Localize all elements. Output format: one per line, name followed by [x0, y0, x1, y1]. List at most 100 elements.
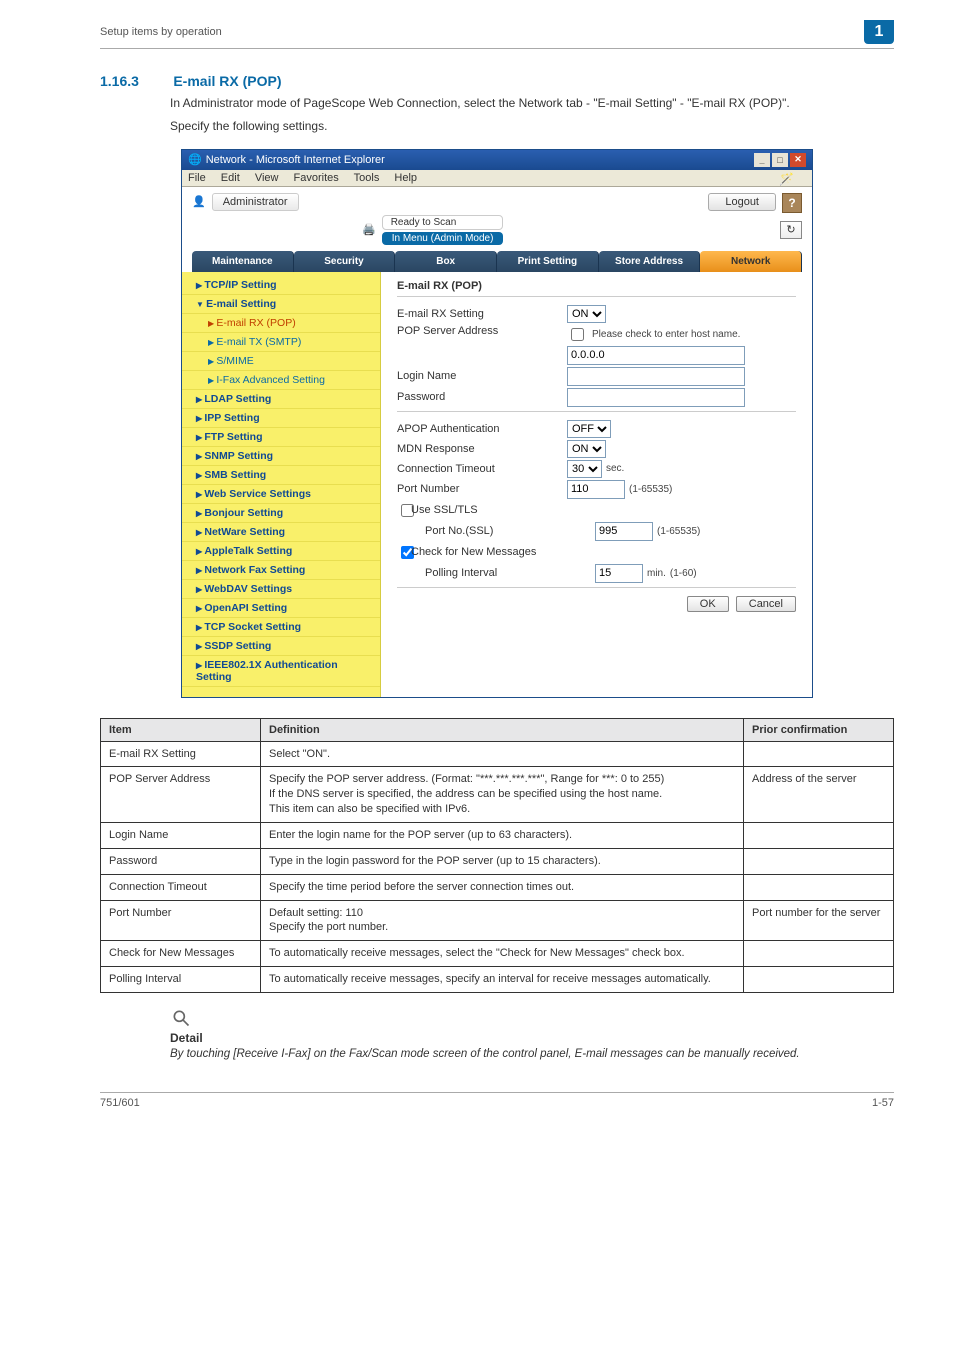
section-title: E-mail RX (POP) [173, 73, 281, 89]
sidebar-item-label: E-mail RX (POP) [216, 317, 295, 329]
cell-item: Login Name [101, 822, 261, 848]
label-pop-server-address: POP Server Address [397, 325, 567, 337]
intro-paragraph-2: Specify the following settings. [170, 118, 894, 135]
input-port-number[interactable] [567, 480, 625, 499]
label-polling-interval: Polling Interval [397, 567, 595, 579]
tab-maintenance[interactable]: Maintenance [192, 251, 294, 272]
ie-icon: 🌐 [188, 153, 202, 166]
sidebar-item[interactable]: ▶ I-Fax Advanced Setting [182, 371, 380, 390]
sidebar-item[interactable]: ▶ NetWare Setting [182, 523, 380, 542]
menu-tools[interactable]: Tools [354, 172, 380, 184]
sidebar-item[interactable]: ▶ FTP Setting [182, 428, 380, 447]
table-row: POP Server AddressSpecify the POP server… [101, 767, 894, 823]
menu-file[interactable]: File [188, 172, 206, 184]
input-password[interactable] [567, 388, 745, 407]
tab-box[interactable]: Box [395, 251, 497, 272]
cell-definition: To automatically receive messages, speci… [261, 967, 744, 993]
sidebar-item-label: NetWare Setting [204, 526, 285, 538]
detail-text: By touching [Receive I-Fax] on the Fax/S… [170, 1047, 894, 1063]
sidebar-item[interactable]: ▶ E-mail RX (POP) [182, 314, 380, 333]
chevron-icon: ▼ [196, 300, 206, 309]
sidebar: ▶ TCP/IP Setting▼ E-mail Setting▶ E-mail… [182, 272, 381, 697]
help-button[interactable]: ? [782, 193, 802, 213]
select-mdn-response[interactable]: ON [567, 440, 606, 458]
sidebar-item[interactable]: ▶ Network Fax Setting [182, 561, 380, 580]
tab-security[interactable]: Security [294, 251, 396, 272]
refresh-icon[interactable]: ↻ [780, 221, 802, 239]
cell-prior [744, 967, 894, 993]
sidebar-item[interactable]: ▶ WebDAV Settings [182, 580, 380, 599]
label-connection-timeout: Connection Timeout [397, 463, 567, 475]
cancel-button[interactable]: Cancel [736, 596, 796, 612]
cell-prior [744, 848, 894, 874]
label-port-number: Port Number [397, 483, 567, 495]
logout-button[interactable]: Logout [708, 193, 776, 211]
cell-definition: To automatically receive messages, selec… [261, 941, 744, 967]
input-ssl-port[interactable] [595, 522, 653, 541]
table-row: PasswordType in the login password for t… [101, 848, 894, 874]
cell-item: Password [101, 848, 261, 874]
cell-item: E-mail RX Setting [101, 741, 261, 767]
menu-favorites[interactable]: Favorites [294, 172, 339, 184]
section-number: 1.16.3 [100, 73, 170, 89]
sidebar-item[interactable]: ▶ OpenAPI Setting [182, 599, 380, 618]
sidebar-item-label: TCP Socket Setting [204, 621, 301, 633]
sidebar-item[interactable]: ▶ IEEE802.1X Authentication Setting [182, 656, 380, 687]
hint-polling-interval: (1-60) [670, 568, 697, 579]
breadcrumb: Setup items by operation [100, 26, 864, 38]
menu-edit[interactable]: Edit [221, 172, 240, 184]
tab-network[interactable]: Network [700, 251, 802, 272]
sidebar-item-label: Network Fax Setting [204, 564, 305, 576]
sidebar-item[interactable]: ▶ SSDP Setting [182, 637, 380, 656]
sidebar-item[interactable]: ▶ E-mail TX (SMTP) [182, 333, 380, 352]
sidebar-item[interactable]: ▶ AppleTalk Setting [182, 542, 380, 561]
menu-view[interactable]: View [255, 172, 279, 184]
label-email-rx-setting: E-mail RX Setting [397, 308, 567, 320]
window-maximize-button[interactable]: □ [772, 153, 788, 167]
sidebar-item-label: FTP Setting [204, 431, 262, 443]
ie-flag-icon: 🪄 [779, 172, 794, 186]
window-minimize-button[interactable]: _ [754, 153, 770, 167]
sidebar-item-label: WebDAV Settings [204, 583, 292, 595]
sidebar-item[interactable]: ▶ IPP Setting [182, 409, 380, 428]
ok-button[interactable]: OK [687, 596, 729, 612]
sidebar-item[interactable]: ▶ TCP Socket Setting [182, 618, 380, 637]
window-close-button[interactable]: ✕ [790, 153, 806, 167]
sidebar-item[interactable]: ▶ LDAP Setting [182, 390, 380, 409]
select-connection-timeout[interactable]: 30 [567, 460, 602, 478]
admin-label: Administrator [212, 193, 299, 211]
admin-user-icon: 👤 [192, 195, 206, 208]
sidebar-item[interactable]: ▼ E-mail Setting [182, 295, 380, 314]
tab-print-setting[interactable]: Print Setting [497, 251, 599, 272]
cell-item: Check for New Messages [101, 941, 261, 967]
cell-definition: Enter the login name for the POP server … [261, 822, 744, 848]
checkbox-host-name[interactable] [571, 328, 584, 341]
tab-store-address[interactable]: Store Address [599, 251, 701, 272]
select-email-rx-setting[interactable]: ON [567, 305, 606, 323]
menu-help[interactable]: Help [394, 172, 417, 184]
sidebar-item-label: SNMP Setting [204, 450, 273, 462]
label-ssl-port: Port No.(SSL) [397, 525, 595, 537]
sidebar-item[interactable]: ▶ SMB Setting [182, 466, 380, 485]
sidebar-item[interactable]: ▶ TCP/IP Setting [182, 276, 380, 295]
cell-item: POP Server Address [101, 767, 261, 823]
cell-prior: Address of the server [744, 767, 894, 823]
unit-connection-timeout: sec. [606, 463, 624, 474]
table-row: Polling IntervalTo automatically receive… [101, 967, 894, 993]
sidebar-item[interactable]: ▶ Bonjour Setting [182, 504, 380, 523]
select-apop[interactable]: OFF [567, 420, 611, 438]
browser-window: 🌐 Network - Microsoft Internet Explorer … [181, 149, 813, 698]
footer-page: 1-57 [872, 1097, 894, 1109]
input-polling-interval[interactable] [595, 564, 643, 583]
cell-definition: Default setting: 110 Specify the port nu… [261, 900, 744, 941]
input-login-name[interactable] [567, 367, 745, 386]
intro-paragraph-1: In Administrator mode of PageScope Web C… [170, 95, 894, 112]
label-mdn-response: MDN Response [397, 443, 567, 455]
sidebar-item-label: OpenAPI Setting [204, 602, 287, 614]
sidebar-item[interactable]: ▶ Web Service Settings [182, 485, 380, 504]
sidebar-item[interactable]: ▶ S/MIME [182, 352, 380, 371]
input-pop-server-address[interactable] [567, 346, 745, 365]
chapter-badge: 1 [864, 20, 894, 44]
unit-polling-interval: min. [647, 568, 666, 579]
sidebar-item[interactable]: ▶ SNMP Setting [182, 447, 380, 466]
